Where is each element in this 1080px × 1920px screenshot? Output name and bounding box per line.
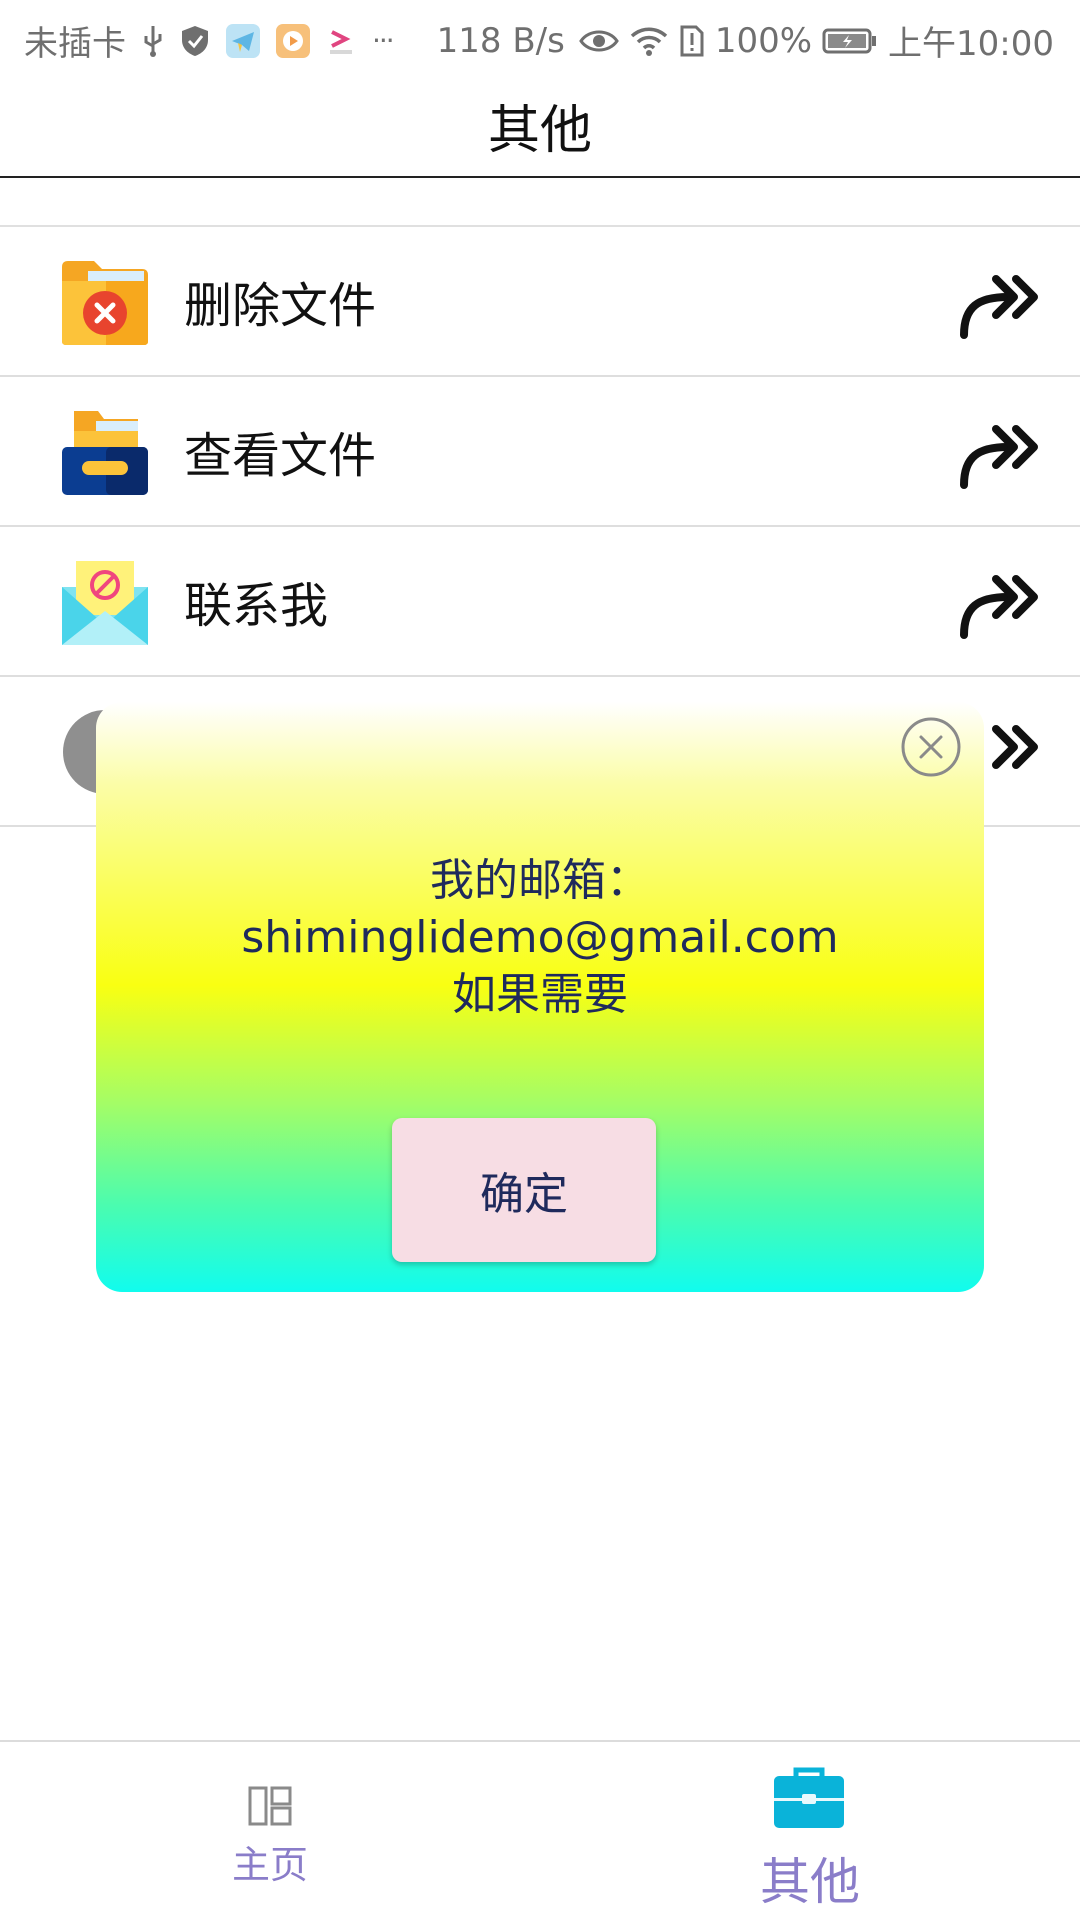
list-item-delete-files[interactable]: 删除文件 [0, 227, 1080, 377]
close-icon[interactable] [900, 716, 962, 778]
status-right: 118 B/s 100% 上午10:00 [437, 16, 1054, 65]
view-folder-icon [62, 411, 148, 495]
nav-label-home: 主页 [231, 1843, 308, 1887]
sim-alert-icon [680, 25, 704, 56]
dashboard-icon [248, 1786, 292, 1826]
clock: 上午10:00 [888, 24, 1054, 64]
battery-icon [822, 28, 877, 53]
dialog-line-note: 如果需要 [452, 969, 628, 1020]
list-item-label: 删除文件 [184, 278, 377, 334]
more-icon: ··· [372, 24, 395, 57]
email-dialog: 我的邮箱： shiminglidemo@gmail.com 如果需要 确定 [96, 702, 984, 1292]
list-item-label: 联系我 [184, 578, 329, 634]
wifi-icon [630, 27, 667, 56]
battery-percent: 100% [714, 20, 813, 61]
usb-icon [144, 25, 162, 57]
status-left: 未插卡 ··· [24, 16, 395, 65]
page-title: 其他 [487, 100, 592, 161]
bottom-nav: 主页 其他 [0, 1740, 1080, 1920]
nav-item-other[interactable]: 其他 [540, 1742, 1080, 1920]
delete-folder-icon [62, 261, 148, 345]
forward-arrow-icon[interactable] [956, 569, 1042, 639]
dialog-line-email: shiminglidemo@gmail.com [241, 912, 839, 963]
list-item-contact-me[interactable]: 联系我 [0, 527, 1080, 677]
forward-arrow-icon[interactable] [956, 419, 1042, 489]
app-icon [330, 29, 352, 54]
video-app-icon [276, 23, 310, 58]
nav-item-home[interactable]: 主页 [0, 1742, 540, 1920]
status-bar: 未插卡 ··· 118 B/s 100% 上午10:00 [0, 0, 1080, 74]
shield-icon [182, 25, 208, 56]
mail-icon [62, 561, 148, 645]
carrier-text: 未插卡 [24, 24, 126, 64]
list-item-label: 查看文件 [184, 428, 377, 484]
title-bar: 其他 [0, 74, 1080, 178]
briefcase-icon [774, 1767, 844, 1828]
telegram-icon [226, 23, 260, 58]
eye-icon [579, 30, 619, 51]
forward-arrow-icon[interactable] [956, 269, 1042, 339]
dialog-message: 我的邮箱： shiminglidemo@gmail.com 如果需要 [96, 852, 984, 1023]
dialog-line-email-label: 我的邮箱： [430, 855, 650, 906]
screen: 未插卡 ··· 118 B/s 100% 上午10:00 其他 删除文件 查看文… [0, 0, 1080, 1920]
list-item-view-files[interactable]: 查看文件 [0, 377, 1080, 527]
net-speed-text: 118 B/s [436, 20, 565, 61]
confirm-button[interactable]: 确定 [392, 1118, 656, 1262]
nav-label-other: 其他 [760, 1853, 860, 1911]
